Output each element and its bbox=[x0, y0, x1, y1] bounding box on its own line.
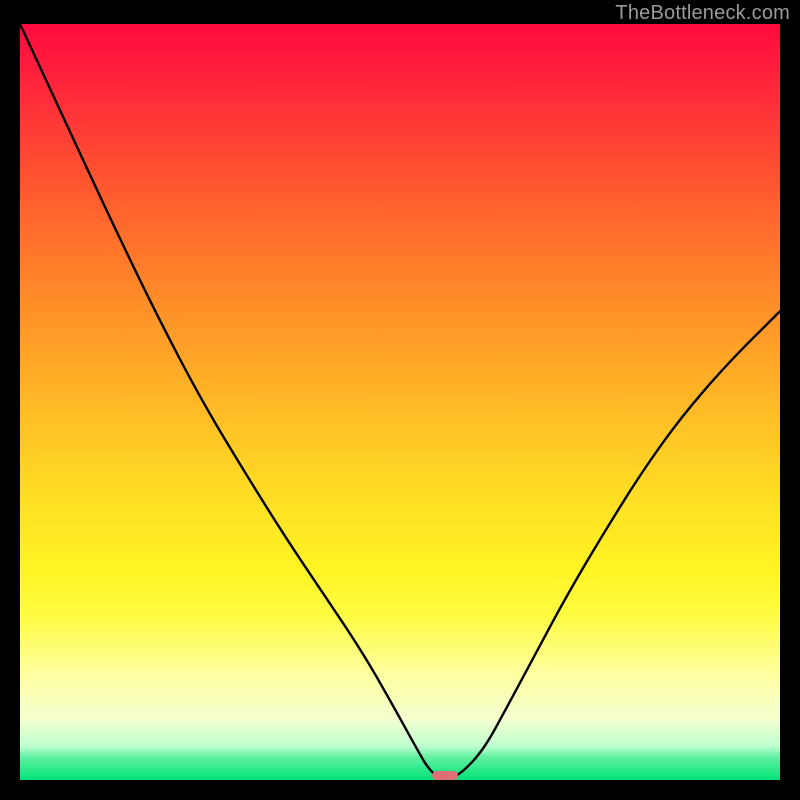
bottleneck-curve bbox=[20, 24, 780, 780]
optimal-marker-icon bbox=[432, 771, 459, 780]
chart-container: TheBottleneck.com bbox=[0, 0, 800, 800]
attribution-text: TheBottleneck.com bbox=[615, 2, 790, 25]
gradient-plot-area bbox=[20, 24, 780, 780]
